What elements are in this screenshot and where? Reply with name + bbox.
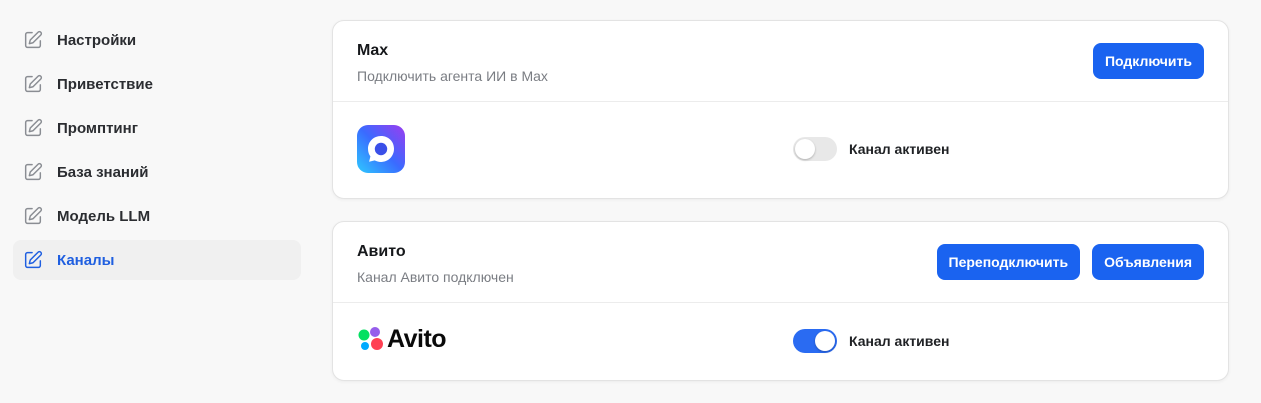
channel-title: Авито	[357, 243, 406, 260]
sidebar-item-channels[interactable]: Каналы	[13, 240, 301, 280]
sidebar-item-llm-model[interactable]: Модель LLM	[13, 196, 301, 236]
channel-card-avito: Авито Канал Авито подключен Переподключи…	[332, 221, 1229, 381]
toggle-knob	[795, 139, 815, 159]
card-body: Avito Канал активен	[333, 303, 1228, 381]
sidebar-item-greeting[interactable]: Приветствие	[13, 64, 301, 104]
channel-active-toggle[interactable]	[793, 329, 837, 353]
listings-button[interactable]: Объявления	[1092, 244, 1204, 280]
toggle-knob	[815, 331, 835, 351]
sidebar-item-label: Настройки	[57, 31, 137, 49]
channel-card-max: Max Подключить агента ИИ в Max Подключит…	[332, 20, 1229, 199]
edit-icon	[22, 161, 44, 183]
channel-active-toggle-group: Канал активен	[793, 137, 949, 161]
card-header: Авито Канал Авито подключен Переподключи…	[333, 222, 1228, 303]
reconnect-button[interactable]: Переподключить	[936, 244, 1081, 280]
card-actions: Переподключить Объявления	[936, 244, 1204, 280]
edit-icon	[22, 29, 44, 51]
channel-active-toggle[interactable]	[793, 137, 837, 161]
avito-dots-icon	[358, 327, 383, 350]
toggle-label: Канал активен	[849, 333, 950, 349]
sidebar-item-prompting[interactable]: Промптинг	[13, 108, 301, 148]
sidebar-item-label: Промптинг	[57, 119, 138, 137]
card-header: Max Подключить агента ИИ в Max Подключит…	[333, 21, 1228, 102]
channels-page: Настройки Приветствие Промптинг База зна…	[0, 0, 1261, 403]
edit-icon	[22, 117, 44, 139]
channel-active-toggle-group: Канал активен	[793, 329, 949, 353]
edit-icon	[22, 249, 44, 271]
sidebar-nav: Настройки Приветствие Промптинг База зна…	[13, 20, 301, 284]
sidebar-item-label: Модель LLM	[57, 207, 151, 225]
avito-logo: Avito	[357, 324, 447, 353]
card-body: Канал активен	[333, 102, 1228, 199]
avito-wordmark: Avito	[387, 324, 447, 353]
channel-title: Max	[357, 42, 389, 59]
sidebar-item-label: База знаний	[57, 163, 149, 181]
toggle-label: Канал активен	[849, 141, 950, 157]
sidebar-item-label: Приветствие	[57, 75, 153, 93]
sidebar-item-settings[interactable]: Настройки	[13, 20, 301, 60]
edit-icon	[22, 73, 44, 95]
card-actions: Подключить	[1092, 43, 1204, 79]
channel-subtitle: Канал Авито подключен	[357, 269, 514, 285]
connect-button[interactable]: Подключить	[1092, 43, 1204, 79]
sidebar-item-label: Каналы	[57, 251, 115, 269]
sidebar-item-knowledge-base[interactable]: База знаний	[13, 152, 301, 192]
max-logo	[357, 125, 405, 173]
edit-icon	[22, 205, 44, 227]
channel-subtitle: Подключить агента ИИ в Max	[357, 68, 548, 84]
